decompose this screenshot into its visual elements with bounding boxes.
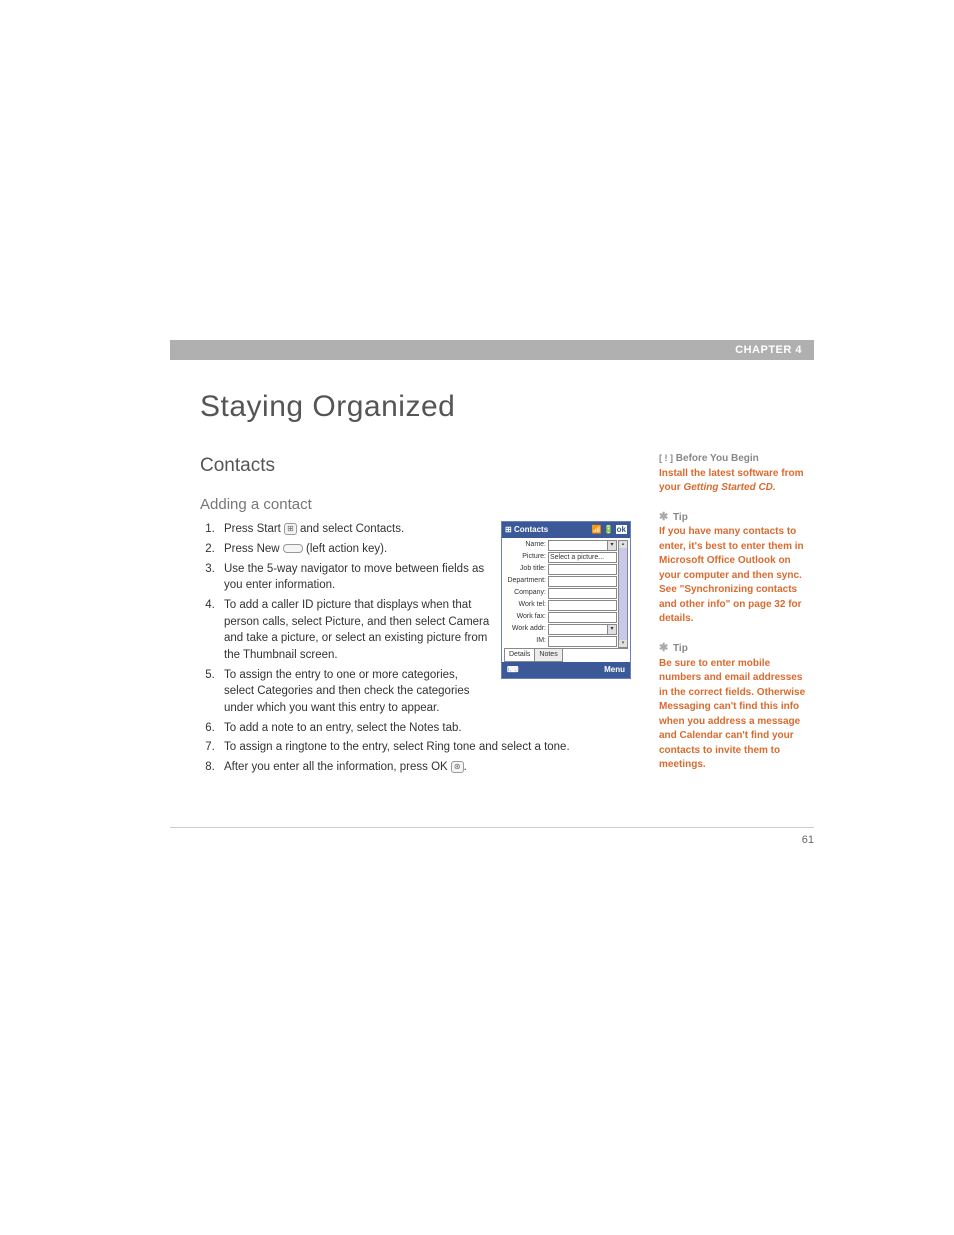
before-you-begin-body: Install the latest software from your Ge… xyxy=(659,467,814,496)
field-label: Work tel: xyxy=(504,600,548,610)
page-footer: 61 xyxy=(170,827,814,846)
before-you-begin-heading: [ ! ] Before You Begin xyxy=(659,452,814,467)
step: To add a note to an entry, select the No… xyxy=(218,720,631,737)
name-input[interactable]: ▾ xyxy=(548,540,617,551)
keyboard-icon[interactable]: ⌨ xyxy=(507,664,519,676)
page-number: 61 xyxy=(802,834,814,846)
picture-input[interactable]: Select a picture... xyxy=(548,552,617,563)
subsection-heading: Adding a contact xyxy=(200,494,631,516)
tip-heading: ✱ Tip xyxy=(659,641,814,657)
tip-heading: ✱ Tip xyxy=(659,510,814,526)
jobtitle-input[interactable] xyxy=(548,564,617,575)
field-label: Name: xyxy=(504,540,548,550)
section-heading: Contacts xyxy=(200,452,631,480)
tip-body: Be sure to enter mobile numbers and emai… xyxy=(659,657,814,773)
ok-button-icon: ⊛ xyxy=(451,761,464,773)
chapter-header: CHAPTER 4 xyxy=(170,340,814,360)
field-label: Job title: xyxy=(504,564,548,574)
field-label: Company: xyxy=(504,588,548,598)
field-label: Work addr: xyxy=(504,624,548,634)
softkey-icon xyxy=(283,544,303,553)
asterisk-icon: ✱ xyxy=(659,642,668,654)
worktel-input[interactable] xyxy=(548,600,617,611)
asterisk-icon: ✱ xyxy=(659,511,668,523)
company-input[interactable] xyxy=(548,588,617,599)
start-button-icon: ⊞ xyxy=(284,523,297,535)
main-content: Contacts Adding a contact ⊞ Contacts 📶🔋o… xyxy=(200,452,631,787)
field-label: IM: xyxy=(504,636,548,646)
scrollbar[interactable]: ▴▾ xyxy=(618,540,628,648)
field-label: Picture: xyxy=(504,552,548,562)
device-screenshot: ⊞ Contacts 📶🔋ok Name:▾ Picture:Select a … xyxy=(501,521,631,678)
chapter-label: CHAPTER 4 xyxy=(735,344,802,356)
field-label: Department: xyxy=(504,576,548,586)
department-input[interactable] xyxy=(548,576,617,587)
workfax-input[interactable] xyxy=(548,612,617,623)
im-input[interactable] xyxy=(548,636,617,647)
page-title: Staying Organized xyxy=(200,390,814,424)
screenshot-titlebar: ⊞ Contacts 📶🔋ok xyxy=(502,522,630,538)
step: To assign a ringtone to the entry, selec… xyxy=(218,739,631,756)
tab-notes[interactable]: Notes xyxy=(534,649,562,662)
screenshot-title: Contacts xyxy=(514,525,548,534)
field-label: Work fax: xyxy=(504,612,548,622)
tip-body: If you have many contacts to enter, it's… xyxy=(659,525,814,627)
step: After you enter all the information, pre… xyxy=(218,759,631,776)
workaddr-input[interactable]: ▾ xyxy=(548,624,617,635)
tab-details[interactable]: Details xyxy=(504,649,535,662)
status-icons: 📶🔋ok xyxy=(590,524,627,536)
windows-flag-icon: ⊞ xyxy=(505,525,512,534)
menu-softkey[interactable]: Menu xyxy=(604,664,625,676)
sidebar: [ ! ] Before You Begin Install the lates… xyxy=(659,452,814,787)
